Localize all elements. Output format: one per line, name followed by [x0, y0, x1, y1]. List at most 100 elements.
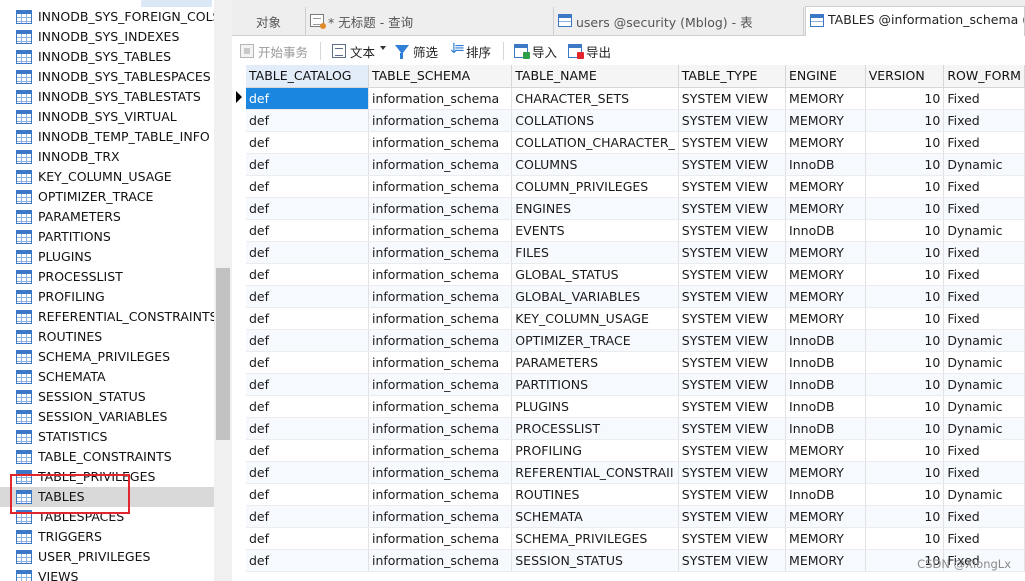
- table-cell[interactable]: SYSTEM VIEW: [678, 285, 787, 308]
- table-row[interactable]: def information_schema OPTIMIZER_TRACE SYST…: [246, 329, 1025, 352]
- table-row[interactable]: def information_schema REFERENTIAL_CONSTRA…: [246, 461, 1025, 484]
- sort-button[interactable]: 排序: [448, 41, 491, 62]
- table-cell[interactable]: information_schema: [368, 395, 513, 418]
- table-cell[interactable]: MEMORY: [785, 197, 866, 220]
- table-cell[interactable]: information_schema: [368, 527, 513, 550]
- table-cell[interactable]: information_schema: [368, 197, 513, 220]
- table-cell[interactable]: SYSTEM VIEW: [678, 307, 787, 330]
- tree-item[interactable]: TABLES: [0, 487, 214, 507]
- tree-item[interactable]: SCHEMATA: [0, 367, 214, 387]
- tab-tables-table[interactable]: TABLES @information_schema (M: [805, 6, 1025, 36]
- table-cell[interactable]: 10: [865, 505, 945, 528]
- tree-item[interactable]: INNODB_SYS_TABLESTATS: [0, 87, 214, 107]
- table-cell[interactable]: Fixed: [943, 285, 1025, 308]
- table-cell[interactable]: Dynamic: [943, 329, 1025, 352]
- table-cell[interactable]: Fixed: [943, 131, 1025, 154]
- table-cell[interactable]: def: [246, 197, 369, 220]
- table-cell[interactable]: 10: [865, 395, 945, 418]
- table-cell[interactable]: 10: [865, 439, 945, 462]
- table-cell[interactable]: GLOBAL_STATUS: [511, 263, 679, 286]
- table-cell[interactable]: def: [246, 87, 369, 110]
- export-button[interactable]: 导出: [568, 42, 611, 62]
- table-cell[interactable]: Fixed: [943, 263, 1025, 286]
- tree-item[interactable]: TABLE_PRIVILEGES: [0, 467, 214, 487]
- tree-item[interactable]: INNODB_SYS_TABLESPACES: [0, 67, 214, 87]
- table-cell[interactable]: MEMORY: [785, 439, 866, 462]
- table-cell[interactable]: def: [246, 307, 369, 330]
- table-cell[interactable]: Dynamic: [943, 219, 1025, 242]
- table-cell[interactable]: SYSTEM VIEW: [678, 329, 787, 352]
- chevron-down-icon[interactable]: [380, 46, 386, 50]
- table-row[interactable]: def information_schema PLUGINS SYSTEM VIEW I…: [246, 395, 1025, 418]
- table-cell[interactable]: COLUMNS: [511, 153, 679, 176]
- table-cell[interactable]: Fixed: [943, 461, 1025, 484]
- tree-scrollbar-thumb[interactable]: [216, 268, 230, 440]
- table-cell[interactable]: information_schema: [368, 109, 513, 132]
- table-cell[interactable]: def: [246, 395, 369, 418]
- table-cell[interactable]: information_schema: [368, 505, 513, 528]
- table-cell[interactable]: Fixed: [943, 241, 1025, 264]
- table-cell[interactable]: Dynamic: [943, 483, 1025, 506]
- tab-users-table[interactable]: users @security (Mblog) - 表: [554, 7, 804, 35]
- table-cell[interactable]: information_schema: [368, 87, 513, 110]
- table-cell[interactable]: PROCESSLIST: [511, 417, 679, 440]
- tree-item[interactable]: INNODB_TRX: [0, 147, 214, 167]
- tree-item[interactable]: INNODB_SYS_FOREIGN_COLS: [0, 7, 220, 27]
- table-cell[interactable]: 10: [865, 241, 945, 264]
- table-cell[interactable]: Fixed: [943, 307, 1025, 330]
- table-cell[interactable]: SYSTEM VIEW: [678, 131, 787, 154]
- table-cell[interactable]: 10: [865, 351, 945, 374]
- table-cell[interactable]: def: [246, 153, 369, 176]
- table-cell[interactable]: PLUGINS: [511, 395, 679, 418]
- table-cell[interactable]: ENGINES: [511, 197, 679, 220]
- table-cell[interactable]: information_schema: [368, 549, 513, 572]
- import-button[interactable]: 导入: [514, 42, 557, 62]
- tree-item[interactable]: STATISTICS: [0, 427, 214, 447]
- table-cell[interactable]: def: [246, 373, 369, 396]
- table-cell[interactable]: def: [246, 175, 369, 198]
- table-cell[interactable]: ROUTINES: [511, 483, 679, 506]
- table-cell[interactable]: MEMORY: [785, 549, 866, 572]
- table-cell[interactable]: def: [246, 417, 369, 440]
- table-cell[interactable]: def: [246, 263, 369, 286]
- tree-item[interactable]: INNODB_SYS_VIRTUAL: [0, 107, 214, 127]
- table-cell[interactable]: MEMORY: [785, 109, 866, 132]
- table-cell[interactable]: def: [246, 329, 369, 352]
- table-row[interactable]: def information_schema PARTITIONS SYSTEM VI…: [246, 373, 1025, 396]
- table-cell[interactable]: MEMORY: [785, 527, 866, 550]
- table-cell[interactable]: def: [246, 241, 369, 264]
- table-cell[interactable]: 10: [865, 307, 945, 330]
- table-cell[interactable]: OPTIMIZER_TRACE: [511, 329, 679, 352]
- table-row[interactable]: def information_schema PROFILING SYSTEM VIE…: [246, 439, 1025, 462]
- table-cell[interactable]: SYSTEM VIEW: [678, 87, 787, 110]
- table-row[interactable]: def information_schema PARAMETERS SYSTEM VI…: [246, 351, 1025, 374]
- table-row[interactable]: def information_schema COLUMNS SYSTEM VIEW I…: [246, 153, 1025, 176]
- table-cell[interactable]: EVENTS: [511, 219, 679, 242]
- table-cell[interactable]: COLLATIONS: [511, 109, 679, 132]
- table-cell[interactable]: SYSTEM VIEW: [678, 219, 787, 242]
- table-cell[interactable]: 10: [865, 263, 945, 286]
- table-cell[interactable]: SYSTEM VIEW: [678, 241, 787, 264]
- tree-item[interactable]: PROCESSLIST: [0, 267, 214, 287]
- table-cell[interactable]: MEMORY: [785, 87, 866, 110]
- table-cell[interactable]: KEY_COLUMN_USAGE: [511, 307, 679, 330]
- table-cell[interactable]: Fixed: [943, 109, 1025, 132]
- table-cell[interactable]: Fixed: [943, 87, 1025, 110]
- table-cell[interactable]: MEMORY: [785, 175, 866, 198]
- table-cell[interactable]: InnoDB: [785, 483, 866, 506]
- table-cell[interactable]: Dynamic: [943, 395, 1025, 418]
- table-cell[interactable]: information_schema: [368, 351, 513, 374]
- table-cell[interactable]: Dynamic: [943, 417, 1025, 440]
- table-cell[interactable]: SYSTEM VIEW: [678, 483, 787, 506]
- tree-item[interactable]: OPTIMIZER_TRACE: [0, 187, 214, 207]
- table-cell[interactable]: Fixed: [943, 505, 1025, 528]
- table-cell[interactable]: 10: [865, 461, 945, 484]
- table-cell[interactable]: information_schema: [368, 285, 513, 308]
- tree-item[interactable]: KEY_COLUMN_USAGE: [0, 167, 214, 187]
- table-cell[interactable]: InnoDB: [785, 153, 866, 176]
- table-cell[interactable]: Fixed: [943, 175, 1025, 198]
- table-cell[interactable]: information_schema: [368, 131, 513, 154]
- table-cell[interactable]: MEMORY: [785, 263, 866, 286]
- table-cell[interactable]: MEMORY: [785, 505, 866, 528]
- table-row[interactable]: def information_schema COLLATIONS SYSTEM VI…: [246, 109, 1025, 132]
